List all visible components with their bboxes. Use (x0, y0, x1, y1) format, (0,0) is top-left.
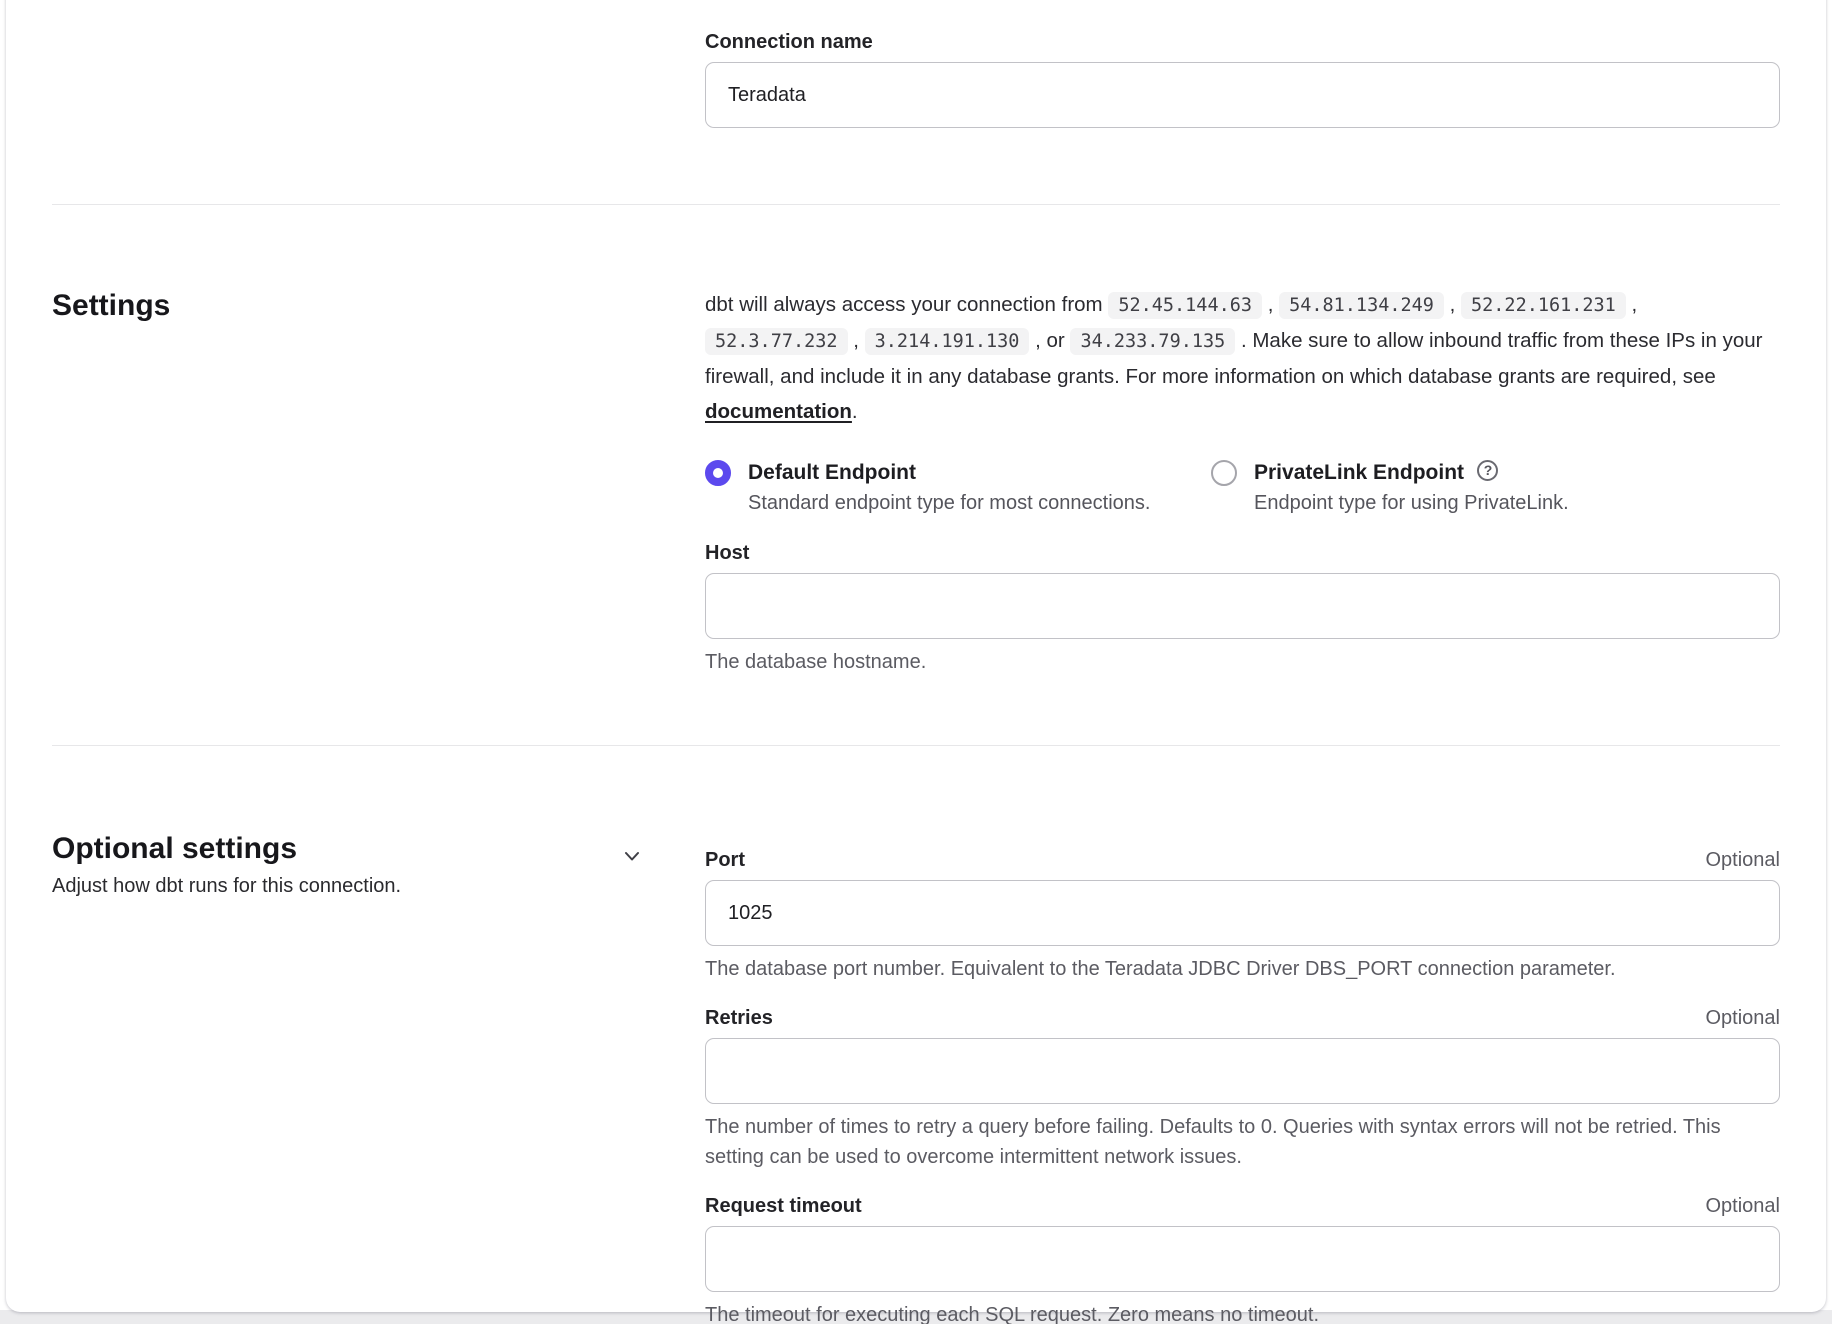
settings-section: Settings dbt will always access your con… (52, 205, 1780, 745)
intro-comma: , (1268, 293, 1274, 316)
documentation-link[interactable]: documentation (705, 400, 852, 423)
settings-heading: Settings (52, 287, 705, 325)
ip-chip: 34.233.79.135 (1070, 328, 1235, 355)
radio-selected-icon[interactable] (705, 460, 731, 486)
connection-name-left-spacer (52, 28, 705, 128)
port-optional-badge: Optional (1706, 849, 1781, 872)
retries-input[interactable] (705, 1038, 1780, 1104)
intro-prefix: dbt will always access your connection f… (705, 293, 1103, 316)
ip-chip: 54.81.134.249 (1279, 292, 1444, 319)
host-field: Host The database hostname. (705, 539, 1780, 677)
settings-content-column: dbt will always access your connection f… (705, 287, 1780, 677)
intro-or: , or (1035, 329, 1065, 352)
ip-allowlist-text: dbt will always access your connection f… (705, 287, 1780, 429)
collapse-section-button[interactable] (618, 842, 646, 870)
radio-default-endpoint-description: Standard endpoint type for most connecti… (748, 489, 1150, 517)
host-input[interactable] (705, 573, 1780, 639)
optional-settings-subtitle: Adjust how dbt runs for this connection. (52, 872, 645, 900)
radio-privatelink-endpoint-label: PrivateLink Endpoint (1254, 461, 1464, 484)
port-field: Port Optional The database port number. … (705, 846, 1780, 984)
request-timeout-label: Request timeout (705, 1192, 862, 1220)
help-icon[interactable]: ? (1477, 460, 1498, 481)
optional-settings-heading-column: Optional settings Adjust how dbt runs fo… (52, 830, 705, 1324)
port-input[interactable] (705, 880, 1780, 946)
radio-privatelink-endpoint-description: Endpoint type for using PrivateLink. (1254, 489, 1569, 517)
radio-unselected-icon[interactable] (1211, 460, 1237, 486)
connection-name-label: Connection name (705, 28, 1780, 56)
optional-settings-section: Optional settings Adjust how dbt runs fo… (52, 746, 1780, 1324)
connection-name-field: Connection name (705, 28, 1780, 128)
radio-option-default-endpoint[interactable]: Default Endpoint Standard endpoint type … (705, 459, 1211, 517)
host-helper-text: The database hostname. (705, 647, 1780, 677)
endpoint-radio-group: Default Endpoint Standard endpoint type … (705, 459, 1780, 517)
host-label: Host (705, 539, 1780, 567)
retries-helper-text: The number of times to retry a query bef… (705, 1112, 1780, 1172)
intro-period: . (852, 400, 858, 423)
request-timeout-helper-text: The timeout for executing each SQL reque… (705, 1300, 1780, 1324)
intro-comma: , (1632, 293, 1638, 316)
intro-comma: , (1450, 293, 1456, 316)
ip-chip: 52.22.161.231 (1461, 292, 1626, 319)
ip-chip: 52.45.144.63 (1108, 292, 1262, 319)
retries-field: Retries Optional The number of times to … (705, 1004, 1780, 1172)
request-timeout-input[interactable] (705, 1226, 1780, 1292)
port-label: Port (705, 846, 745, 874)
port-helper-text: The database port number. Equivalent to … (705, 954, 1780, 984)
settings-heading-column: Settings (52, 287, 705, 677)
connection-name-section: Connection name (52, 0, 1780, 204)
intro-comma: , (853, 329, 859, 352)
settings-card: Connection name Settings dbt will always… (6, 0, 1826, 1312)
ip-chip: 52.3.77.232 (705, 328, 848, 355)
chevron-down-icon (618, 842, 646, 870)
optional-settings-heading: Optional settings (52, 830, 645, 868)
connection-settings-page: Connection name Settings dbt will always… (0, 0, 1832, 1324)
ip-chip: 3.214.191.130 (865, 328, 1030, 355)
radio-option-privatelink-endpoint[interactable]: PrivateLink Endpoint ? Endpoint type for… (1211, 459, 1780, 517)
request-timeout-field: Request timeout Optional The timeout for… (705, 1192, 1780, 1324)
request-timeout-optional-badge: Optional (1706, 1195, 1781, 1218)
connection-name-input[interactable] (705, 62, 1780, 128)
radio-default-endpoint-label: Default Endpoint (748, 461, 916, 484)
retries-label: Retries (705, 1004, 773, 1032)
optional-settings-fields: Port Optional The database port number. … (705, 830, 1780, 1324)
retries-optional-badge: Optional (1706, 1007, 1781, 1030)
